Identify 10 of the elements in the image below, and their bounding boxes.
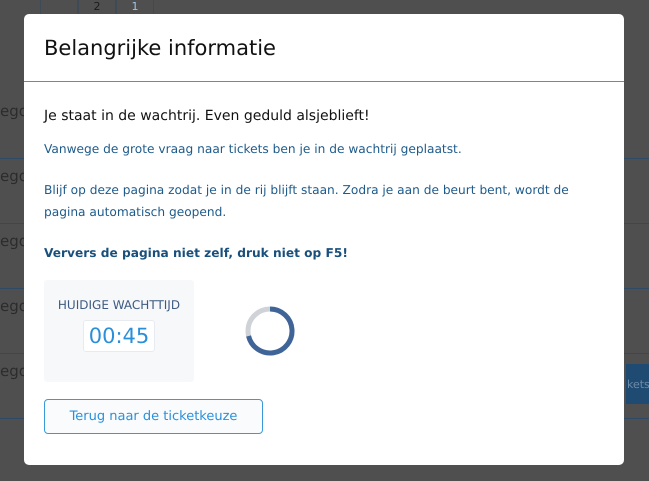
info-paragraph: Ververs de pagina niet zelf, druk niet op F5! (44, 245, 349, 262)
wait-timer: 00:45 (82, 320, 156, 352)
wait-time-label: HUIDIGE WACHTTIJD (58, 298, 180, 312)
tickets-button[interactable]: kets (626, 364, 649, 404)
info-paragraph: Vanwege de grote vraag naar tickets ben je in de wachtrij geplaatst. (44, 141, 463, 158)
modal-title: Belangrijke informatie (44, 36, 276, 60)
info-paragraph: Blijf op deze pagina zodat je in de rij blijft staan. Zodra je aan de beurt bent, wordt de pagina automatisch geopend. (44, 182, 570, 221)
queue-message: Je staat in de wachtrij. Even geduld alsjeblieft! (44, 108, 371, 124)
loading-spinner-icon (244, 305, 296, 357)
back-button[interactable]: Terug naar de ticketkeuze (44, 399, 263, 434)
